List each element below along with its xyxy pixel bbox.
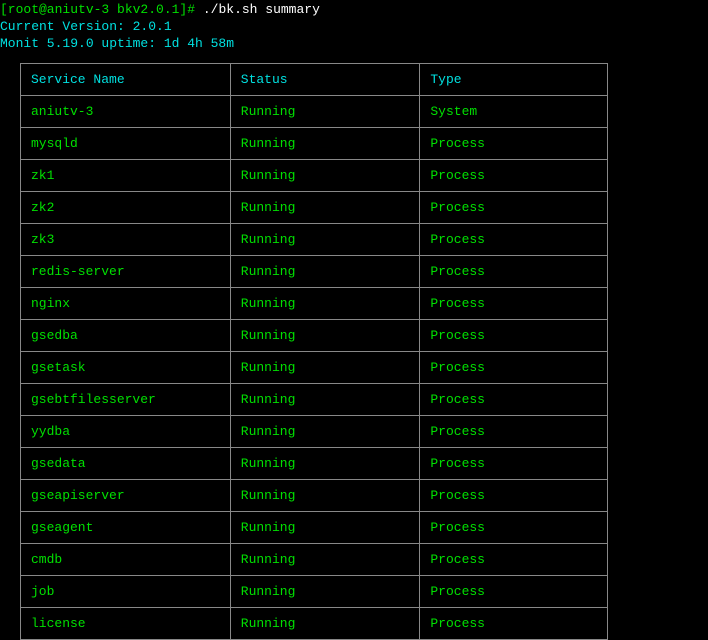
cell-status: Running bbox=[230, 95, 420, 127]
table-row: gsedbaRunningProcess bbox=[21, 319, 608, 351]
table-row: gseapiserverRunningProcess bbox=[21, 479, 608, 511]
cell-status: Running bbox=[230, 191, 420, 223]
table-row: jobRunningProcess bbox=[21, 575, 608, 607]
cell-status: Running bbox=[230, 383, 420, 415]
cell-service-name: zk1 bbox=[21, 159, 231, 191]
cell-status: Running bbox=[230, 351, 420, 383]
cell-service-name: job bbox=[21, 575, 231, 607]
table-row: zk3RunningProcess bbox=[21, 223, 608, 255]
table-row: zk1RunningProcess bbox=[21, 159, 608, 191]
cell-type: Process bbox=[420, 351, 608, 383]
cell-type: Process bbox=[420, 383, 608, 415]
cell-type: Process bbox=[420, 223, 608, 255]
cell-status: Running bbox=[230, 319, 420, 351]
monit-line: Monit 5.19.0 uptime: 1d 4h 58m bbox=[0, 36, 708, 53]
cell-type: Process bbox=[420, 607, 608, 639]
table-row: nginxRunningProcess bbox=[21, 287, 608, 319]
table-row: gsebtfilesserverRunningProcess bbox=[21, 383, 608, 415]
cell-service-name: gseagent bbox=[21, 511, 231, 543]
cell-type: Process bbox=[420, 479, 608, 511]
cell-service-name: license bbox=[21, 607, 231, 639]
cell-service-name: nginx bbox=[21, 287, 231, 319]
table-row: cmdbRunningProcess bbox=[21, 543, 608, 575]
cell-status: Running bbox=[230, 127, 420, 159]
cell-type: Process bbox=[420, 319, 608, 351]
table-row: gsedataRunningProcess bbox=[21, 447, 608, 479]
col-service-name: Service Name bbox=[21, 63, 231, 95]
cell-service-name: gsebtfilesserver bbox=[21, 383, 231, 415]
table-row: gseagentRunningProcess bbox=[21, 511, 608, 543]
services-table: Service Name Status Type aniutv-3Running… bbox=[20, 63, 608, 640]
cell-status: Running bbox=[230, 447, 420, 479]
cell-type: Process bbox=[420, 447, 608, 479]
cell-service-name: mysqld bbox=[21, 127, 231, 159]
cell-service-name: gseapiserver bbox=[21, 479, 231, 511]
cell-type: Process bbox=[420, 543, 608, 575]
cell-status: Running bbox=[230, 607, 420, 639]
cell-status: Running bbox=[230, 415, 420, 447]
cell-type: Process bbox=[420, 159, 608, 191]
cell-type: Process bbox=[420, 575, 608, 607]
cell-status: Running bbox=[230, 287, 420, 319]
table-row: zk2RunningProcess bbox=[21, 191, 608, 223]
col-type: Type bbox=[420, 63, 608, 95]
cell-service-name: yydba bbox=[21, 415, 231, 447]
table-row: redis-serverRunningProcess bbox=[21, 255, 608, 287]
cell-service-name: cmdb bbox=[21, 543, 231, 575]
col-status: Status bbox=[230, 63, 420, 95]
cell-service-name: zk2 bbox=[21, 191, 231, 223]
cell-status: Running bbox=[230, 159, 420, 191]
cell-type: Process bbox=[420, 511, 608, 543]
cell-service-name: redis-server bbox=[21, 255, 231, 287]
cell-service-name: gsedata bbox=[21, 447, 231, 479]
cell-status: Running bbox=[230, 223, 420, 255]
cell-status: Running bbox=[230, 543, 420, 575]
shell-prompt: [root@aniutv-3 bkv2.0.1]# bbox=[0, 2, 195, 17]
cell-service-name: zk3 bbox=[21, 223, 231, 255]
table-row: yydbaRunningProcess bbox=[21, 415, 608, 447]
table-header-row: Service Name Status Type bbox=[21, 63, 608, 95]
cell-status: Running bbox=[230, 255, 420, 287]
cell-type: Process bbox=[420, 255, 608, 287]
cell-type: Process bbox=[420, 191, 608, 223]
cell-service-name: gsedba bbox=[21, 319, 231, 351]
cell-status: Running bbox=[230, 511, 420, 543]
table-row: licenseRunningProcess bbox=[21, 607, 608, 639]
cell-type: Process bbox=[420, 287, 608, 319]
table-row: aniutv-3RunningSystem bbox=[21, 95, 608, 127]
shell-command: ./bk.sh summary bbox=[203, 2, 320, 17]
cell-service-name: gsetask bbox=[21, 351, 231, 383]
cell-status: Running bbox=[230, 575, 420, 607]
cell-type: Process bbox=[420, 415, 608, 447]
services-table-wrap: Service Name Status Type aniutv-3Running… bbox=[0, 59, 708, 640]
cell-type: System bbox=[420, 95, 608, 127]
cell-status: Running bbox=[230, 479, 420, 511]
version-line: Current Version: 2.0.1 bbox=[0, 19, 708, 36]
cell-service-name: aniutv-3 bbox=[21, 95, 231, 127]
table-row: gsetaskRunningProcess bbox=[21, 351, 608, 383]
shell-prompt-line: [root@aniutv-3 bkv2.0.1]# ./bk.sh summar… bbox=[0, 2, 708, 19]
cell-type: Process bbox=[420, 127, 608, 159]
table-row: mysqldRunningProcess bbox=[21, 127, 608, 159]
